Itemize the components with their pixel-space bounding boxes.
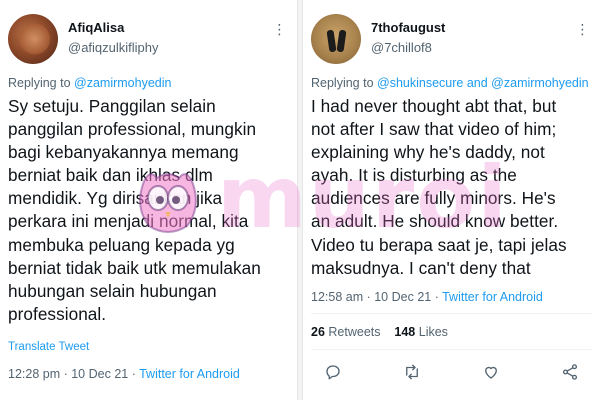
tweet-text-line: mendidik. Yg dirisaukan jika [8, 188, 223, 209]
display-name[interactable]: AfiqAlisa [68, 20, 159, 36]
retweet-icon[interactable] [402, 362, 422, 382]
tweet-text-line: not after I saw that video of him; [311, 119, 557, 140]
retweet-count: 26 [311, 325, 325, 339]
tweet-date[interactable]: 10 Dec 21 [71, 367, 128, 381]
like-count-link[interactable]: 148 Likes [394, 325, 448, 339]
tweet-source[interactable]: Twitter for Android [442, 290, 543, 304]
tweet-time[interactable]: 12:58 am [311, 290, 363, 304]
tweet-text-line: Sy setuju. Panggilan selain [8, 96, 216, 116]
meta-separator: · [128, 367, 140, 381]
more-options-icon[interactable]: ⋮ [271, 22, 287, 38]
like-count: 148 [394, 325, 416, 339]
divider [311, 349, 592, 350]
mention-joiner: and [463, 76, 492, 90]
tweet-text-line: berniat tidak baik utk memulakan [8, 257, 261, 278]
share-icon[interactable] [560, 362, 580, 382]
replying-label: Replying to [311, 76, 378, 90]
retweet-label: Retweets [328, 325, 381, 339]
tweet-header: AfiqAlisa @afiqzulkifliphy ⋮ [8, 14, 289, 66]
tweet-text-line: an adult. He should know better. [311, 211, 559, 232]
tweet-text-line: ayah. It is disturbing as the [311, 165, 517, 186]
tweet-text-line: hubungan selain hubungan [8, 280, 217, 301]
tweet-stats: 26 Retweets 148 Likes [311, 325, 448, 339]
tweet-text-line: professional. [8, 303, 107, 324]
tweet-time[interactable]: 12:28 pm [8, 367, 60, 381]
user-handle[interactable]: @afiqzulkifliphy [68, 39, 159, 56]
more-options-icon[interactable]: ⋮ [574, 22, 590, 38]
tweet-card-afiqalisa[interactable]: AfiqAlisa @afiqzulkifliphy ⋮ Replying to… [0, 0, 297, 400]
tweet-actions [323, 360, 580, 384]
display-name[interactable]: 7thofaugust [371, 20, 445, 36]
tweet-text: Sy setuju. Panggilan selain panggilan pr… [8, 95, 291, 326]
mention-link[interactable]: @shukinsecure [377, 76, 463, 90]
divider [311, 313, 592, 314]
meta-separator: · [363, 290, 375, 304]
like-label: Likes [418, 325, 448, 339]
tweet-text-line: I had never thought abt that, but [311, 96, 557, 116]
tweet-text: I had never thought abt that, but not af… [311, 95, 594, 280]
user-names: 7thofaugust @7chillof8 [371, 20, 445, 56]
tweet-timestamp: 12:28 pm · 10 Dec 21 · Twitter for Andro… [8, 366, 240, 382]
user-names: AfiqAlisa @afiqzulkifliphy [68, 20, 159, 56]
tweet-text-line: bagi kebanyakannya memang [8, 142, 239, 163]
tweet-text-line: perkara ini menjadi normal, kita [8, 211, 249, 232]
tweet-card-7thofaugust[interactable]: 7thofaugust @7chillof8 ⋮ Replying to @sh… [303, 0, 600, 400]
reply-icon[interactable] [323, 362, 343, 382]
user-handle[interactable]: @7chillof8 [371, 39, 445, 56]
replying-to: Replying to @shukinsecure and @zamirmohy… [311, 75, 594, 91]
retweet-count-link[interactable]: 26 Retweets [311, 325, 381, 339]
tweet-source[interactable]: Twitter for Android [139, 367, 240, 381]
tweet-text-line: audiences are fully minors. He's [311, 188, 556, 209]
mention-link[interactable]: @zamirmohyedin [491, 76, 588, 90]
tweet-text-line: maksudnya. I can't deny that [311, 257, 531, 278]
tweet-text-line: explaining why he's daddy, not [311, 142, 545, 163]
replying-to: Replying to @zamirmohyedin [8, 75, 291, 91]
tweet-header: 7thofaugust @7chillof8 ⋮ [311, 14, 592, 66]
like-icon[interactable] [481, 362, 501, 382]
meta-separator: · [60, 367, 72, 381]
translate-tweet-link[interactable]: Translate Tweet [8, 341, 89, 353]
tweet-text-line: Video tu berapa saat je, tapi jelas [311, 234, 567, 255]
tweet-date[interactable]: 10 Dec 21 [374, 290, 431, 304]
avatar[interactable] [8, 14, 58, 64]
avatar[interactable] [311, 14, 361, 64]
meta-separator: · [431, 290, 443, 304]
tweet-text-line: membuka peluang kepada yg [8, 234, 235, 255]
tweet-text-line: panggilan professional, mungkin [8, 119, 257, 140]
mention-link[interactable]: @zamirmohyedin [74, 76, 171, 90]
replying-label: Replying to [8, 76, 75, 90]
tweet-timestamp: 12:58 am · 10 Dec 21 · Twitter for Andro… [311, 289, 543, 305]
tweet-text-line: berniat baik dan ikhlas dlm [8, 165, 213, 186]
